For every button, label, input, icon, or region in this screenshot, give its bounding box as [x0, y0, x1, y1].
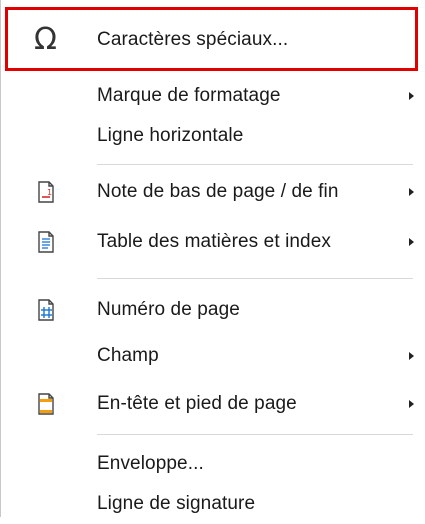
- submenu-arrow-icon: [409, 188, 414, 196]
- menu-item-table-of-contents[interactable]: Table des matières et index: [0, 222, 425, 262]
- menu-separator: [97, 434, 413, 435]
- menu-item-label: Champ: [97, 345, 159, 366]
- menu-item-label: Enveloppe...: [97, 453, 204, 474]
- header-footer-icon: [38, 393, 54, 415]
- menu-item-label: Table des matières et index: [97, 231, 331, 252]
- menu-item-formatting-mark[interactable]: Marque de formatage: [0, 76, 425, 116]
- svg-text:1: 1: [47, 188, 52, 197]
- menu-separator: [97, 278, 413, 279]
- menu-item-special-characters[interactable]: Ω Caractères spéciaux...: [0, 20, 425, 60]
- menu-item-signature-line[interactable]: Ligne de signature: [0, 484, 425, 524]
- submenu-arrow-icon: [409, 238, 414, 246]
- menu-item-field[interactable]: Champ: [0, 336, 425, 376]
- submenu-arrow-icon: [409, 400, 414, 408]
- menu-item-label: Ligne de signature: [97, 493, 256, 514]
- submenu-arrow-icon: [409, 352, 414, 360]
- menu-item-horizontal-line[interactable]: Ligne horizontale: [0, 116, 425, 156]
- menu-item-label: Marque de formatage: [97, 85, 281, 106]
- menu-item-label: Caractères spéciaux...: [97, 29, 289, 50]
- menu-item-header-footer[interactable]: En-tête et pied de page: [0, 384, 425, 424]
- menu-item-envelope[interactable]: Enveloppe...: [0, 444, 425, 484]
- insert-menu: Ω Caractères spéciaux... Marque de forma…: [0, 0, 425, 517]
- menu-item-label: Note de bas de page / de fin: [97, 181, 339, 202]
- menu-item-footnote[interactable]: 1 Note de bas de page / de fin: [0, 172, 425, 212]
- submenu-arrow-icon: [409, 92, 414, 100]
- menu-item-label: Ligne horizontale: [97, 125, 244, 146]
- menu-item-label: En-tête et pied de page: [97, 393, 297, 414]
- footnote-icon: 1: [38, 181, 54, 203]
- table-of-contents-icon: [38, 231, 54, 253]
- omega-icon: Ω: [34, 22, 57, 57]
- page-number-icon: [38, 299, 54, 321]
- menu-item-label: Numéro de page: [97, 299, 240, 320]
- menu-item-page-number[interactable]: Numéro de page: [0, 290, 425, 330]
- menu-separator: [97, 164, 413, 165]
